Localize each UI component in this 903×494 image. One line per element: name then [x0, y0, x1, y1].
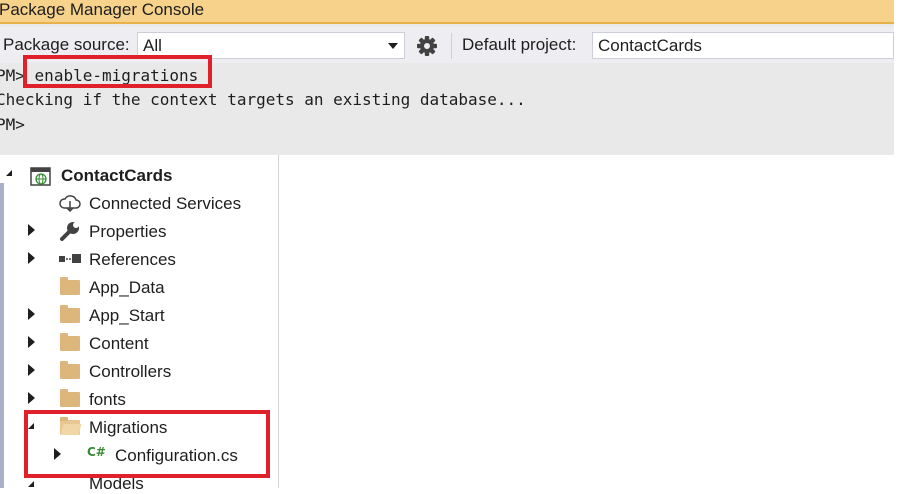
- tree-item-content[interactable]: Content: [89, 334, 149, 354]
- globe-project-icon: [30, 165, 52, 192]
- tree-indent-rail: [0, 183, 4, 488]
- project-node-label[interactable]: ContactCards: [61, 166, 172, 186]
- toolbar-separator: [451, 33, 452, 59]
- references-icon: [58, 252, 82, 271]
- package-manager-console: Package Manager Console Package source: …: [0, 0, 894, 155]
- console-title: Package Manager Console: [0, 0, 894, 24]
- tree-item-references[interactable]: References: [89, 250, 176, 270]
- console-prompt: PM>: [0, 66, 25, 85]
- default-project-value: ContactCards: [598, 36, 702, 55]
- gear-icon[interactable]: [413, 33, 441, 59]
- package-source-label: Package source:: [3, 35, 130, 54]
- default-project-dropdown[interactable]: ContactCards: [592, 32, 894, 59]
- tree-item-fonts[interactable]: fonts: [89, 390, 126, 410]
- cloud-services-icon: [58, 194, 82, 217]
- console-prompt: PM>: [0, 115, 25, 134]
- folder-icon: [60, 389, 80, 407]
- folder-icon: [60, 333, 80, 351]
- tree-item-properties[interactable]: Properties: [89, 222, 166, 242]
- console-line: PM>: [0, 115, 25, 135]
- console-output-text: Checking if the context targets an exist…: [0, 90, 526, 109]
- folder-icon: [60, 305, 80, 323]
- expand-arrow-icon[interactable]: [28, 308, 35, 320]
- collapse-arrow-icon[interactable]: [28, 481, 34, 487]
- default-project-label: Default project:: [462, 35, 577, 54]
- tree-item-app-start[interactable]: App_Start: [89, 306, 165, 326]
- tree-item-app-data[interactable]: App_Data: [89, 278, 165, 298]
- expand-arrow-icon[interactable]: [6, 170, 12, 176]
- wrench-icon: [59, 221, 81, 246]
- expand-arrow-icon[interactable]: [28, 392, 35, 404]
- tree-item-connected-services[interactable]: Connected Services: [89, 194, 241, 214]
- migrations-highlight-box: [24, 410, 270, 478]
- tree-item-controllers[interactable]: Controllers: [89, 362, 171, 382]
- expand-arrow-icon[interactable]: [28, 364, 35, 376]
- package-source-value: All: [143, 36, 162, 55]
- expand-arrow-icon[interactable]: [28, 252, 35, 264]
- folder-icon: [60, 277, 80, 295]
- chevron-down-icon: [388, 43, 398, 49]
- command-highlight-box: [23, 55, 212, 88]
- expand-arrow-icon[interactable]: [28, 336, 35, 348]
- folder-icon: [60, 361, 80, 379]
- console-line: Checking if the context targets an exist…: [0, 90, 526, 110]
- expand-arrow-icon[interactable]: [28, 224, 35, 236]
- panel-divider: [278, 155, 279, 488]
